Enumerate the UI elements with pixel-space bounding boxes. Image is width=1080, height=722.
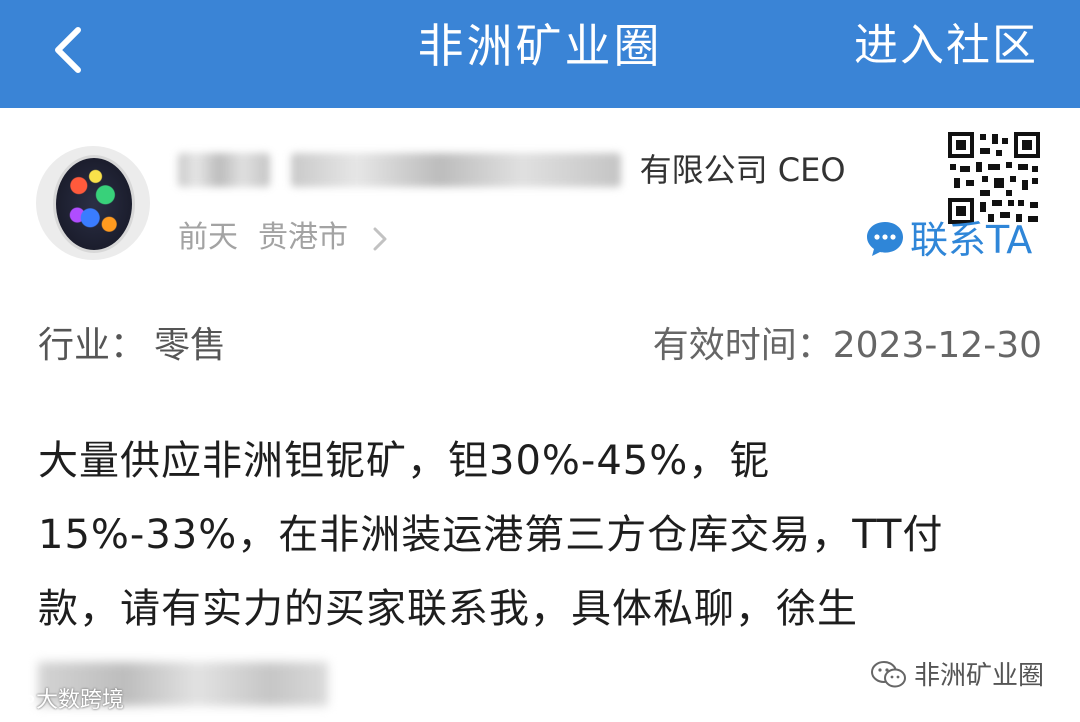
watermark-source-text: 大数跨境 (36, 688, 125, 713)
chevron-left-icon (55, 27, 81, 73)
validity-field: 有效时间：2023-12-30 (653, 318, 1042, 374)
contact-label: 联系TA (910, 218, 1033, 262)
enter-community-button[interactable]: 进入社区 (854, 14, 1038, 78)
post-body-line: 15%-33%，在非洲装运港第三方仓库交易，TT付 (38, 512, 944, 558)
poster-meta[interactable]: 前天 贵港市 (178, 214, 388, 262)
poster-job-title: 有限公司 CEO (639, 150, 846, 189)
watermark-source: 大数跨境 (8, 684, 124, 718)
industry-value: 零售 (154, 325, 227, 366)
post-body: 大量供应非洲钽铌矿，钽30%-45%，铌 15%-33%，在非洲装运港第三方仓库… (38, 424, 1048, 646)
opal-avatar-image (56, 158, 132, 250)
top-nav-bar: 非洲矿业圈 进入社区 (0, 0, 1080, 108)
post-time: 前天 (178, 220, 238, 255)
industry-field: 行业： 零售 (38, 318, 226, 374)
blurred-company-name (290, 152, 621, 187)
chat-bubble-icon (867, 221, 903, 256)
post-detail-screen: 非洲矿业圈 进入社区 有限公司 CEO 前天 贵港市 联系TA 行业： 零售 有… (0, 0, 1080, 722)
post-location: 贵港市 (258, 220, 348, 255)
blurred-poster-name (178, 152, 270, 187)
post-body-line: 大量供应非洲钽铌矿，钽30%-45%，铌 (38, 438, 771, 484)
chevron-right-icon (373, 227, 387, 250)
back-button[interactable] (38, 18, 102, 82)
watermark-account: 非洲矿业圈 (870, 656, 1044, 696)
industry-label: 行业： (38, 325, 147, 366)
watermark-account-name: 非洲矿业圈 (913, 661, 1044, 691)
validity-value: 2023-12-30 (832, 325, 1042, 366)
poster-name-row: 有限公司 CEO (178, 140, 846, 198)
validity-label: 有效时间： (652, 325, 833, 366)
brand-logo-icon (10, 692, 34, 710)
avatar[interactable] (36, 146, 150, 260)
contact-button[interactable]: 联系TA (864, 212, 1032, 268)
wechat-icon (870, 660, 906, 687)
post-body-line: 款，请有实力的买家联系我，具体私聊，徐生 (38, 586, 858, 632)
